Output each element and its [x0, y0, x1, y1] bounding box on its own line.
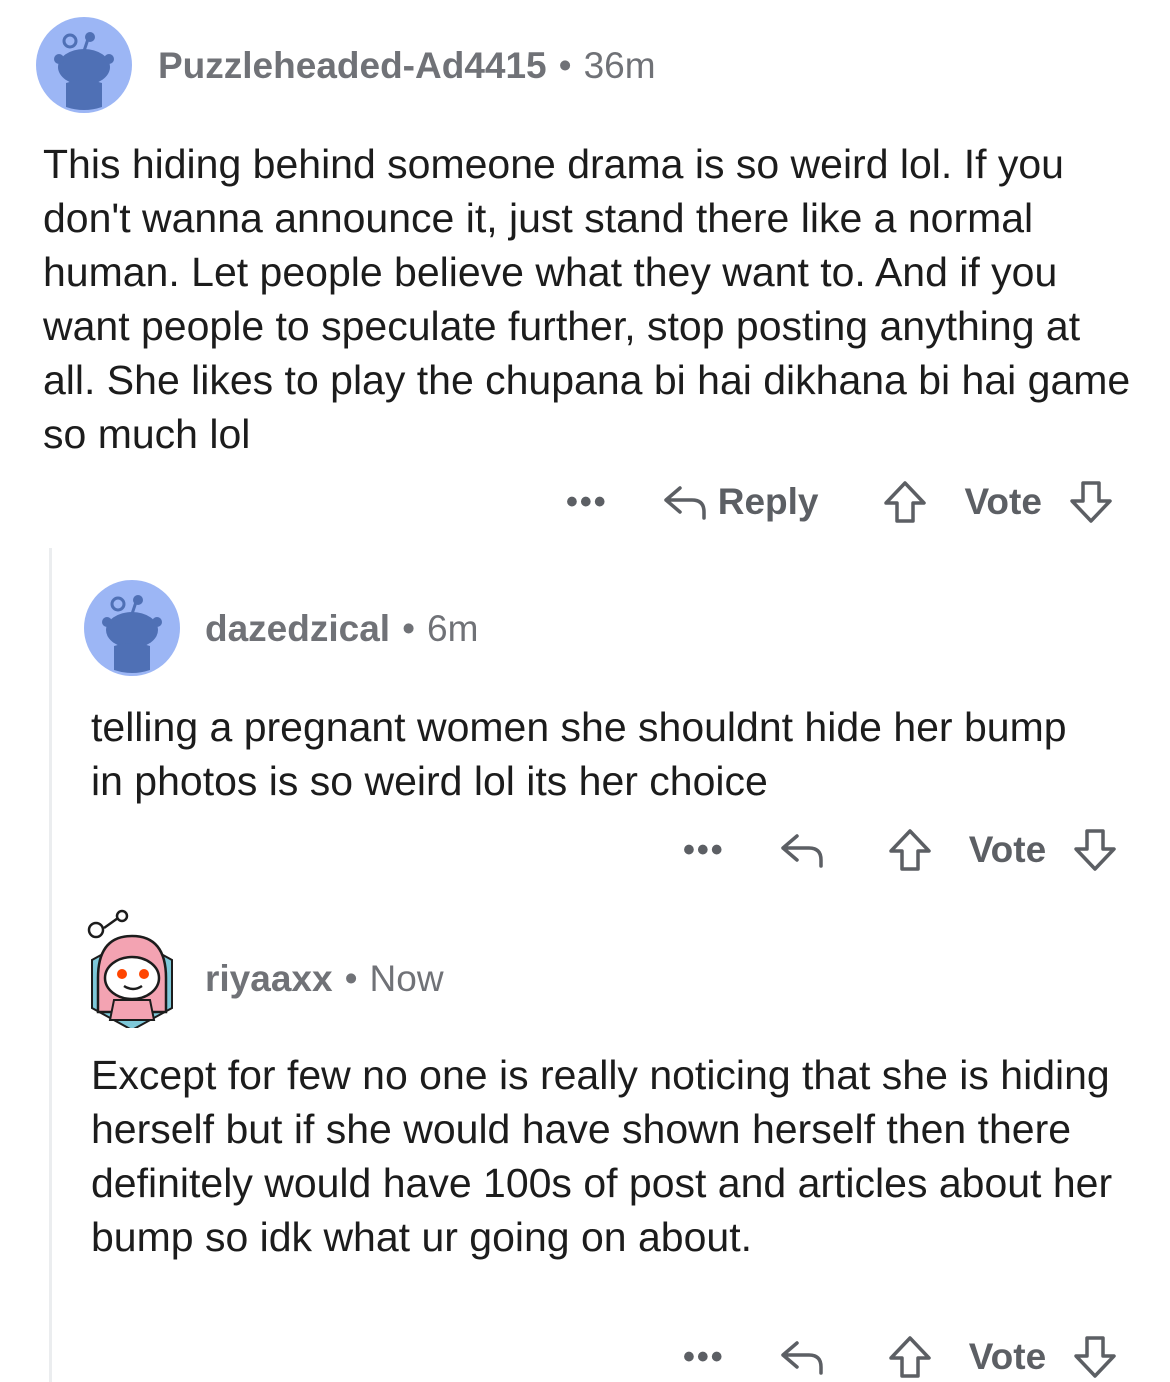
avatar-snoo-icon[interactable] — [36, 17, 132, 113]
upvote-arrow-icon[interactable] — [887, 827, 933, 873]
vote-label: Vote — [968, 1336, 1047, 1377]
reply-arrow-icon — [662, 482, 708, 522]
comment-body: Except for few no one is really noticing… — [91, 1052, 1113, 1260]
upvote-arrow-icon[interactable] — [882, 479, 928, 525]
downvote-arrow-icon[interactable] — [1072, 827, 1118, 873]
more-options-button[interactable]: ••• — [566, 483, 608, 522]
comment-actions: ••• Reply Vote — [566, 478, 1114, 526]
comment-meta: Puzzleheaded-Ad4415 • 36m — [158, 47, 656, 84]
separator-dot: • — [558, 45, 572, 86]
comment-actions: ••• Vote — [683, 826, 1118, 874]
more-options-button[interactable]: ••• — [683, 831, 725, 870]
comment-body: This hiding behind someone drama is so w… — [43, 141, 1131, 457]
comment-actions: ••• Vote — [683, 1333, 1118, 1381]
reply-label: Reply — [717, 481, 819, 522]
comment-1: Puzzleheaded-Ad4415 • 36m This hiding behi… — [0, 0, 1170, 540]
vote-label: Vote — [968, 829, 1047, 870]
reply-button[interactable]: Reply — [662, 481, 819, 523]
username[interactable]: Puzzleheaded-Ad4415 — [158, 45, 547, 86]
reply-arrow-icon[interactable] — [779, 1337, 825, 1377]
downvote-arrow-icon[interactable] — [1068, 479, 1114, 525]
avatar-snoo-icon[interactable] — [84, 580, 180, 676]
more-options-button[interactable]: ••• — [683, 1338, 725, 1377]
comment-body: telling a pregnant women she shouldnt hi… — [91, 704, 1067, 804]
upvote-arrow-icon[interactable] — [887, 1334, 933, 1380]
username[interactable]: riyaaxx — [205, 958, 333, 999]
reply-arrow-icon[interactable] — [779, 830, 825, 870]
timestamp: 36m — [583, 45, 656, 86]
vote-label: Vote — [964, 481, 1042, 522]
comment-meta: riyaaxx • Now — [205, 960, 444, 997]
comment-3: riyaaxx • Now Except for few no one is rea… — [0, 900, 1170, 1382]
avatar-custom-snoo-icon[interactable] — [84, 908, 180, 1032]
downvote-arrow-icon[interactable] — [1072, 1334, 1118, 1380]
separator-dot: • — [344, 958, 358, 999]
timestamp: Now — [369, 958, 444, 999]
comment-meta: dazedzical • 6m — [205, 610, 478, 647]
comment-2: dazedzical • 6m telling a pregnant women s… — [0, 560, 1170, 890]
separator-dot: • — [402, 608, 416, 649]
timestamp: 6m — [427, 608, 479, 649]
username[interactable]: dazedzical — [205, 608, 390, 649]
